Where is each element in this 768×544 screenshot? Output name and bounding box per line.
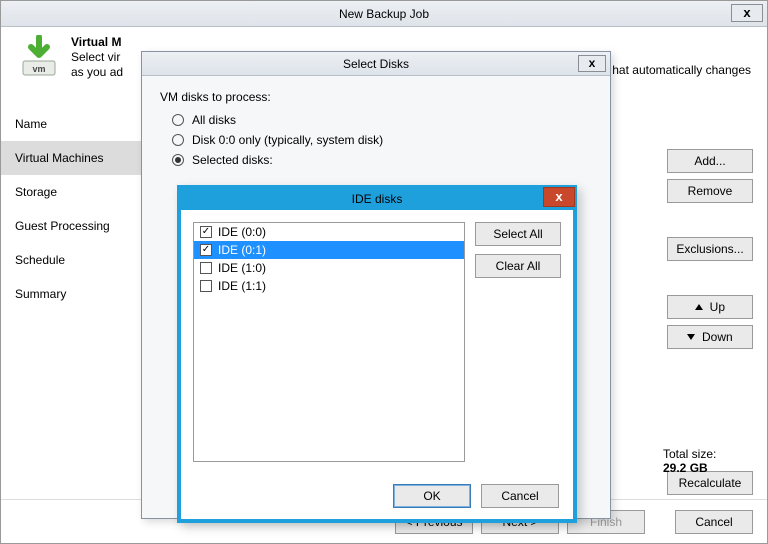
ide-disk-list[interactable]: ✓ IDE (0:0) ✓ IDE (0:1) IDE (1:0) IDE (1… — [193, 222, 465, 462]
checkbox-icon[interactable]: ✓ — [200, 226, 212, 238]
disk-item-ide-1-1[interactable]: IDE (1:1) — [194, 277, 464, 295]
wizard-body: vm Virtual M Select vir as you ad hat au… — [1, 27, 767, 543]
arrow-down-icon — [687, 334, 695, 340]
vm-side-button-column: Add... Remove Exclusions... Up Down Reca… — [667, 149, 753, 495]
ide-disks-title: IDE disks — [352, 192, 403, 206]
ide-disks-body: ✓ IDE (0:0) ✓ IDE (0:1) IDE (1:0) IDE (1… — [181, 210, 573, 474]
ide-disks-close-button[interactable]: x — [543, 187, 575, 207]
clear-all-button[interactable]: Clear All — [475, 254, 561, 278]
checkbox-icon[interactable] — [200, 262, 212, 274]
select-disks-body: VM disks to process: All disks Disk 0:0 … — [142, 76, 610, 184]
disk-item-ide-0-1[interactable]: ✓ IDE (0:1) — [194, 241, 464, 259]
step-header-right-fragment: hat automatically changes — [612, 63, 751, 77]
step-title: Virtual M — [71, 35, 121, 49]
nav-item-name[interactable]: Name — [1, 107, 157, 141]
radio-icon — [172, 134, 184, 146]
ide-disks-footer: OK Cancel — [181, 474, 573, 518]
nav-item-schedule[interactable]: Schedule — [1, 243, 157, 277]
disk-item-ide-0-0[interactable]: ✓ IDE (0:0) — [194, 223, 464, 241]
move-up-button[interactable]: Up — [667, 295, 753, 319]
remove-button[interactable]: Remove — [667, 179, 753, 203]
ide-disks-dialog: IDE disks x ✓ IDE (0:0) ✓ IDE (0:1) IDE … — [177, 185, 577, 523]
select-disks-titlebar: Select Disks x — [142, 52, 610, 76]
radio-disk-0-0-only[interactable]: Disk 0:0 only (typically, system disk) — [160, 130, 592, 150]
nav-item-virtual-machines[interactable]: Virtual Machines — [1, 141, 157, 175]
ide-cancel-button[interactable]: Cancel — [481, 484, 559, 508]
step-subtext-1: Select vir — [71, 50, 120, 64]
vm-step-icon: vm — [17, 35, 61, 79]
step-header-text: Virtual M Select vir as you ad — [71, 35, 123, 91]
ide-disks-titlebar: IDE disks x — [180, 188, 574, 210]
ide-side-buttons: Select All Clear All — [475, 222, 561, 462]
total-size-label: Total size: — [663, 447, 716, 461]
ide-ok-button[interactable]: OK — [393, 484, 471, 508]
add-button[interactable]: Add... — [667, 149, 753, 173]
total-size-value: 29.2 GB — [663, 461, 708, 475]
nav-item-storage[interactable]: Storage — [1, 175, 157, 209]
window-title: New Backup Job — [339, 7, 429, 21]
move-down-button[interactable]: Down — [667, 325, 753, 349]
total-size-display: Total size: 29.2 GB — [663, 447, 753, 475]
select-disks-title: Select Disks — [343, 57, 409, 71]
checkbox-icon[interactable] — [200, 280, 212, 292]
nav-item-summary[interactable]: Summary — [1, 277, 157, 311]
disks-group-label: VM disks to process: — [160, 90, 592, 104]
arrow-up-icon — [695, 304, 703, 310]
main-window-titlebar: New Backup Job x — [1, 1, 767, 27]
select-all-button[interactable]: Select All — [475, 222, 561, 246]
exclusions-button[interactable]: Exclusions... — [667, 237, 753, 261]
wizard-nav-sidebar: Name Virtual Machines Storage Guest Proc… — [1, 107, 157, 495]
svg-text:vm: vm — [32, 64, 45, 74]
radio-icon — [172, 154, 184, 166]
main-window-close-button[interactable]: x — [731, 4, 763, 22]
checkbox-icon[interactable]: ✓ — [200, 244, 212, 256]
select-disks-close-button[interactable]: x — [578, 55, 606, 72]
disk-item-ide-1-0[interactable]: IDE (1:0) — [194, 259, 464, 277]
nav-item-guest-processing[interactable]: Guest Processing — [1, 209, 157, 243]
radio-icon — [172, 114, 184, 126]
radio-selected-disks[interactable]: Selected disks: — [160, 150, 592, 170]
radio-all-disks[interactable]: All disks — [160, 110, 592, 130]
cancel-button[interactable]: Cancel — [675, 510, 753, 534]
step-subtext-2: as you ad — [71, 65, 123, 79]
